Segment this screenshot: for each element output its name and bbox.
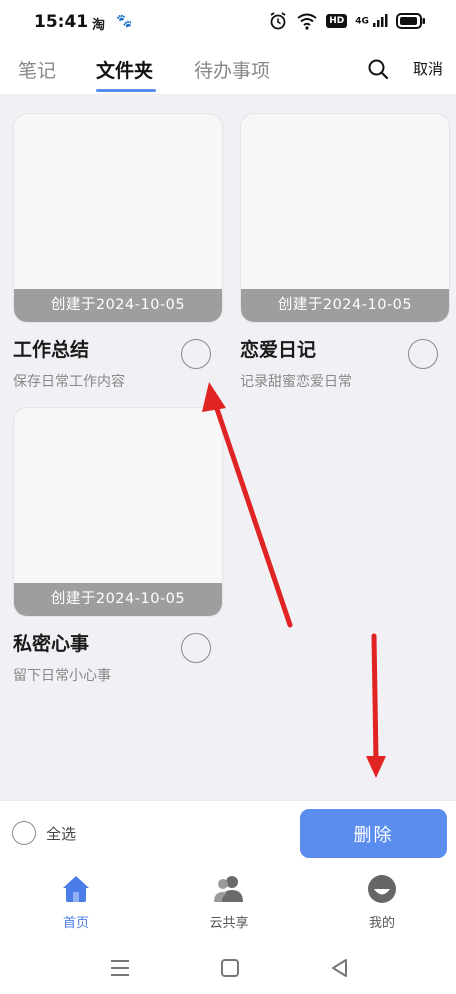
folder-card[interactable]: 创建于2024-10-05 私密心事 留下日常小心事 (13, 407, 223, 684)
folder-thumbnail[interactable]: 创建于2024-10-05 (13, 113, 223, 323)
folder-thumbnail[interactable]: 创建于2024-10-05 (240, 113, 450, 323)
folder-title: 工作总结 (13, 339, 90, 361)
system-nav-bar (0, 938, 456, 994)
folder-thumbnail[interactable]: 创建于2024-10-05 (13, 407, 223, 617)
folder-card[interactable]: 创建于2024-10-05 恋爱日记 记录甜蜜恋爱日常 (240, 113, 450, 390)
back-icon[interactable] (328, 956, 352, 980)
tab-todos[interactable]: 待办事项 (194, 56, 270, 83)
nav-label-profile: 我的 (368, 916, 395, 931)
wifi-icon (297, 13, 317, 30)
tab-folders[interactable]: 文件夹 (96, 56, 153, 83)
nav-label-cloud-share: 云共享 (209, 916, 249, 931)
paw-icon: 🐾 (116, 14, 133, 29)
users-icon (214, 876, 243, 902)
folder-grid: 创建于2024-10-05 工作总结 保存日常工作内容 创建于2024-10-0… (0, 94, 456, 800)
hd-badge: HD (326, 14, 348, 28)
folder-select-radio[interactable] (181, 633, 211, 663)
bottom-nav: 首页 云共享 我的 (0, 862, 456, 938)
folder-description: 保存日常工作内容 (13, 374, 125, 390)
select-all-radio[interactable] (12, 821, 36, 845)
folder-title: 恋爱日记 (240, 339, 317, 361)
folder-created-date: 创建于2024-10-05 (14, 289, 222, 322)
select-all-label[interactable]: 全选 (46, 823, 76, 844)
folder-select-radio[interactable] (408, 339, 438, 369)
network-type: 4G (355, 16, 369, 27)
status-time: 15:41 (34, 12, 89, 32)
selection-action-bar: 全选 删除 (0, 800, 456, 862)
nav-item-home[interactable]: 首页 (21, 872, 131, 931)
home-icon (63, 876, 89, 902)
folder-title: 私密心事 (13, 633, 90, 655)
nav-label-home: 首页 (62, 916, 89, 931)
tab-bar: 笔记 文件夹 待办事项 取消 (0, 44, 456, 94)
folder-description: 留下日常小心事 (13, 668, 111, 684)
status-bar: 15:41 淘 🐾 HD 4G (0, 0, 456, 44)
status-icons: HD 4G (268, 11, 426, 31)
signal-icon: 4G (355, 14, 388, 28)
tab-notes[interactable]: 笔记 (18, 56, 56, 83)
nav-item-cloud-share[interactable]: 云共享 (174, 872, 284, 931)
folder-created-date: 创建于2024-10-05 (14, 583, 222, 616)
folder-description: 记录甜蜜恋爱日常 (240, 374, 352, 390)
nav-item-profile[interactable]: 我的 (327, 872, 437, 931)
taobao-icon: 淘 (92, 18, 106, 33)
search-icon[interactable] (367, 58, 389, 80)
home-square-icon[interactable] (218, 956, 242, 980)
delete-button[interactable]: 删除 (300, 809, 447, 858)
battery-icon (396, 13, 425, 29)
active-tab-indicator (96, 89, 156, 92)
folder-select-radio[interactable] (181, 339, 211, 369)
cancel-button[interactable]: 取消 (413, 58, 443, 79)
profile-icon (368, 875, 396, 903)
menu-icon[interactable] (108, 956, 132, 980)
alarm-icon (270, 12, 286, 30)
folder-created-date: 创建于2024-10-05 (241, 289, 449, 322)
folder-card[interactable]: 创建于2024-10-05 工作总结 保存日常工作内容 (13, 113, 223, 390)
